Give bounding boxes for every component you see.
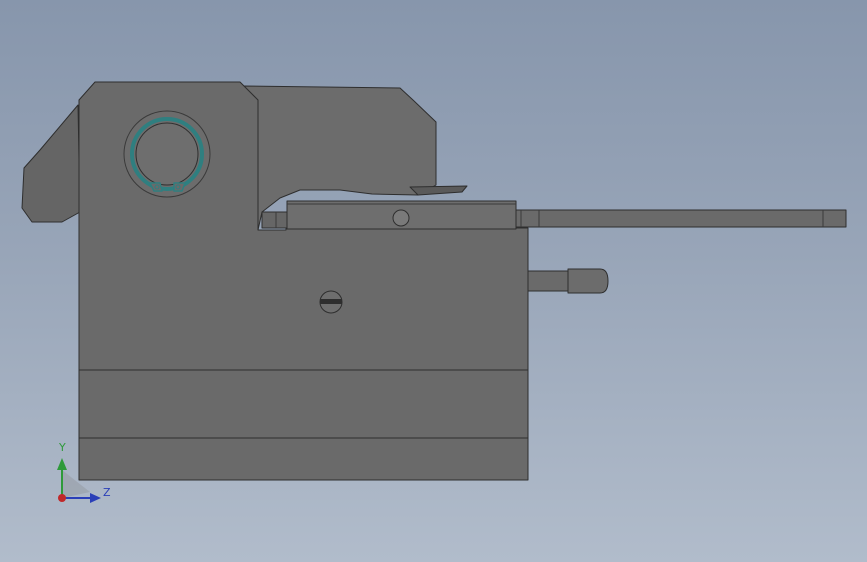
base-block-upper[interactable]: [78, 369, 529, 439]
pivot-pin[interactable]: [135, 122, 199, 186]
guide-rail[interactable]: [515, 209, 847, 228]
left-flange[interactable]: [21, 104, 81, 223]
arm-pressure-tip[interactable]: [409, 185, 468, 196]
triad-y-label: Y: [59, 441, 66, 454]
set-screw-slot: [320, 299, 342, 304]
triad-z-label: Z: [103, 486, 111, 499]
cad-viewport[interactable]: [0, 0, 867, 562]
clamp-assembly[interactable]: [21, 81, 847, 481]
plate-screw-hole[interactable]: [392, 209, 410, 227]
y-axis-arrow: [57, 458, 67, 470]
z-axis-arrow: [90, 493, 101, 503]
side-pin-shaft[interactable]: [527, 270, 569, 292]
base-block-lower[interactable]: [78, 437, 529, 481]
triad-origin: [58, 494, 66, 502]
side-pin-head[interactable]: [567, 268, 609, 294]
left-spacer: [261, 211, 288, 229]
